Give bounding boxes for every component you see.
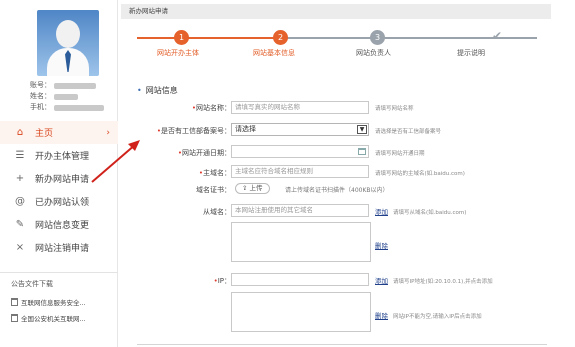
notice-section: 公告文件下载 互联网信息服务安全... 全国公安机关互联网... bbox=[0, 272, 118, 329]
step-3-dot: 3 bbox=[370, 30, 385, 45]
sidebar-item-cancel-site[interactable]: × 网站注销申请 bbox=[0, 236, 118, 259]
ip-label: •IP： bbox=[213, 277, 231, 285]
icp-label: •是否有工信部备案号： bbox=[156, 127, 231, 135]
upload-icon: ⇪ bbox=[242, 184, 250, 192]
step-4-label: 提示说明 bbox=[457, 49, 485, 57]
step-3-label: 网站负责人 bbox=[356, 49, 391, 57]
domain-label: •主域名： bbox=[198, 169, 231, 177]
sidebar-item-label: 已办网站认领 bbox=[35, 198, 90, 208]
icp-hint: 请选择是否有工信部备案号 bbox=[375, 129, 442, 135]
notice-title: 公告文件下载 bbox=[11, 280, 53, 288]
step-1-label: 网站开办主体 bbox=[157, 49, 199, 57]
domain-input[interactable]: 主域名应符合域名相应规则 bbox=[231, 165, 369, 178]
sidebar-item-label: 主页 bbox=[35, 129, 54, 139]
sidebar-item-label: 开办主体管理 bbox=[35, 152, 90, 162]
sidebar-item-label: 网站注销申请 bbox=[35, 244, 90, 254]
notice-item[interactable]: 互联网信息服务安全... bbox=[0, 297, 118, 307]
divider bbox=[137, 344, 547, 345]
edit-icon: ✎ bbox=[15, 219, 25, 230]
check-icon: ✔ bbox=[492, 29, 503, 43]
step-2-label: 网站基本信息 bbox=[253, 49, 295, 57]
close-icon: × bbox=[15, 242, 25, 253]
ip-delete-hint: 网站IP不能为空,请输入IP后点击添加 bbox=[393, 314, 482, 320]
ip-delete-link[interactable]: 删除 bbox=[375, 310, 388, 320]
list-icon: ☰ bbox=[15, 150, 25, 161]
main-content: 新办网站申请 1 2 3 ✔ 网站开办主体 网站基本信息 网站负责人 提示说明 … bbox=[119, 0, 575, 347]
name-value-masked bbox=[54, 93, 78, 100]
phone-label: 手机： bbox=[30, 103, 51, 111]
plus-icon: + bbox=[15, 173, 25, 184]
notice-item[interactable]: 全国公安机关互联网... bbox=[0, 313, 118, 323]
user-info: 账号： 姓名： 手机： bbox=[30, 80, 104, 113]
calendar-icon[interactable] bbox=[358, 148, 366, 155]
sidebar-item-change-info[interactable]: ✎ 网站信息变更 bbox=[0, 213, 118, 236]
sub-domain-input[interactable]: 本网站注册使用的其它域名 bbox=[231, 204, 369, 217]
chevron-down-icon: ▼ bbox=[357, 125, 367, 134]
account-label: 账号： bbox=[30, 81, 51, 89]
phone-value-masked bbox=[54, 104, 104, 111]
open-date-input[interactable] bbox=[231, 145, 369, 158]
breadcrumb: 新办网站申请 bbox=[121, 4, 551, 19]
upload-button[interactable]: ⇪ 上传 bbox=[235, 183, 270, 194]
sidebar-item-claim-site[interactable]: @ 已办网站认领 bbox=[0, 190, 118, 213]
cert-hint: 请上传域名证书扫描件（400KB以内） bbox=[285, 187, 389, 194]
domain-hint: 请填写网站的主域名(如.baidu.com) bbox=[375, 171, 465, 177]
step-2-dot: 2 bbox=[273, 30, 288, 45]
sidebar-item-label: 新办网站申请 bbox=[35, 175, 90, 185]
step-1-dot: 1 bbox=[174, 30, 189, 45]
cert-label: 域名证书： bbox=[196, 186, 231, 194]
progress-steps: 1 2 3 ✔ 网站开办主体 网站基本信息 网站负责人 提示说明 bbox=[137, 29, 537, 58]
open-date-hint: 请填写网站开通日期 bbox=[375, 151, 425, 157]
sub-domain-hint: 请填写从域名(如.baidu.com) bbox=[393, 210, 467, 216]
ip-list[interactable] bbox=[231, 292, 371, 332]
document-icon bbox=[11, 314, 18, 322]
sub-domain-delete-link[interactable]: 删除 bbox=[375, 240, 388, 250]
account-value-masked bbox=[54, 82, 96, 89]
site-name-hint: 请填写网站名称 bbox=[375, 106, 414, 112]
sub-domain-label: 从域名： bbox=[203, 208, 231, 216]
home-icon: ⌂ bbox=[16, 127, 24, 138]
name-label: 姓名： bbox=[30, 92, 51, 100]
document-icon bbox=[11, 298, 18, 306]
site-name-input[interactable]: 请填写真实的网站名称 bbox=[231, 101, 369, 114]
section-title: 网站信息 bbox=[137, 85, 178, 96]
site-name-label: •网站名称： bbox=[191, 104, 231, 112]
at-icon: @ bbox=[15, 196, 25, 207]
open-date-label: •网站开通日期： bbox=[177, 149, 231, 157]
ip-hint: 请填写IP地址(如:20.10.0.1),并点击添加 bbox=[393, 279, 493, 285]
icp-select[interactable]: 请选择 ▼ bbox=[231, 123, 369, 136]
avatar bbox=[37, 10, 99, 76]
sub-domain-list[interactable] bbox=[231, 222, 371, 262]
sub-domain-add-link[interactable]: 添加 bbox=[375, 206, 388, 216]
sidebar-item-label: 网站信息变更 bbox=[35, 221, 90, 231]
ip-input[interactable] bbox=[231, 273, 369, 286]
ip-add-link[interactable]: 添加 bbox=[375, 275, 388, 285]
